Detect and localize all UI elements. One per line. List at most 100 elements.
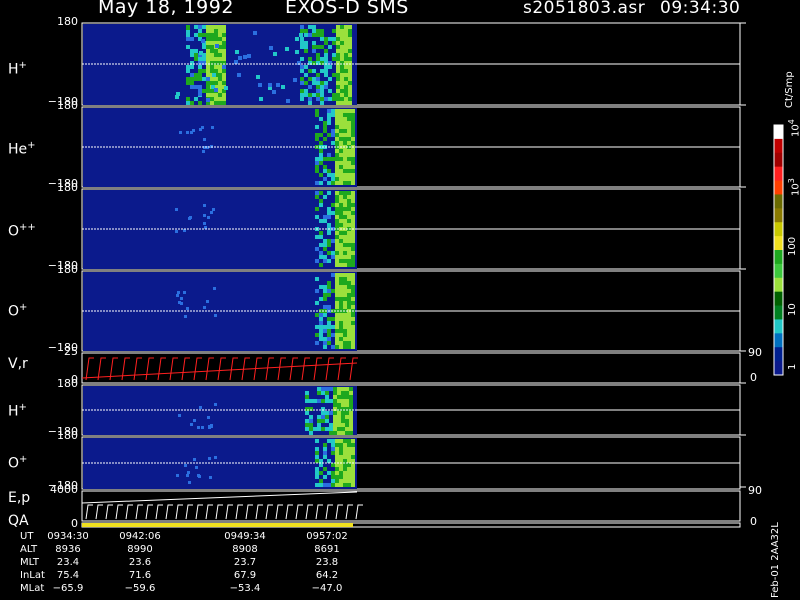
spectrogram-cell <box>194 57 198 61</box>
spectrogram-cell <box>190 81 194 85</box>
spectrogram-cell <box>300 81 304 85</box>
spectrogram-cell <box>331 463 335 467</box>
spectrogram-cell <box>335 313 339 317</box>
panel-label-sup: + <box>18 402 27 413</box>
spectrogram-cell <box>175 95 179 99</box>
spectrogram-cell <box>331 447 335 451</box>
spectrogram-cell <box>347 471 351 475</box>
spectrogram-cell <box>340 65 344 69</box>
spectrogram-cell <box>321 419 325 423</box>
spectrogram-cell <box>315 459 319 463</box>
spectrogram-cell <box>323 129 327 133</box>
spectrogram-cell <box>351 195 355 199</box>
spectrogram-cell <box>339 281 343 285</box>
spectrogram-cell <box>315 483 319 487</box>
spectrogram-cell <box>341 399 345 403</box>
spectrogram-cell <box>351 259 355 263</box>
spectrogram-cell <box>335 289 339 293</box>
spectrogram-cell <box>348 85 352 89</box>
spectrogram-cell <box>222 81 226 85</box>
spectrogram-cell <box>203 222 206 225</box>
spectrogram-cell <box>340 85 344 89</box>
spectrogram-cell <box>343 223 347 227</box>
spectrogram-cell <box>218 53 222 57</box>
spectrogram-cell <box>315 467 319 471</box>
spectrogram-cell <box>335 277 339 281</box>
spectrogram-cell <box>347 459 351 463</box>
spectrogram-cell <box>351 207 355 211</box>
spectrogram-cell <box>315 325 319 329</box>
spectrogram-cell <box>343 455 347 459</box>
spectrogram-cell <box>335 149 339 153</box>
spectrogram-cell <box>335 133 339 137</box>
spectrogram-cell <box>343 251 347 255</box>
spectrogram-cell <box>300 29 304 33</box>
spectrogram-cell <box>335 259 339 263</box>
spectrogram-cell <box>336 89 340 93</box>
spectrogram-cell <box>198 85 202 89</box>
spectrogram-cell <box>335 333 339 337</box>
spectrogram-cell <box>343 281 347 285</box>
spectrogram-cell <box>253 31 257 35</box>
spectrogram-cell <box>351 459 355 463</box>
colorbar-segment <box>774 222 783 237</box>
spectrogram-cell <box>335 161 339 165</box>
spectrogram-cell <box>341 419 345 423</box>
spectrogram-cell <box>325 391 329 395</box>
spectrogram-cell <box>180 297 183 300</box>
spectrogram-cell <box>206 57 210 61</box>
spectrogram-cell <box>187 471 190 474</box>
spectrogram-cell <box>186 101 190 105</box>
spectrogram-cell <box>193 419 196 422</box>
spectrogram-cell <box>339 133 343 137</box>
spectrogram-cell <box>333 419 337 423</box>
spectrogram-cell <box>351 317 355 321</box>
spectrogram-cell <box>210 37 214 41</box>
spectrogram-cell <box>272 90 276 94</box>
spectrogram-cell <box>312 69 316 73</box>
spectrogram-cell <box>319 297 323 301</box>
spectrogram-cell <box>344 33 348 37</box>
spectrogram-cell <box>327 117 331 121</box>
spectrogram-cell <box>323 329 327 333</box>
spectrogram-cell <box>210 29 214 33</box>
panel-label-sup: + <box>27 140 36 151</box>
spectrogram-cell <box>218 37 222 41</box>
spectrogram-cell <box>323 177 327 181</box>
spectrogram-cell <box>324 85 328 89</box>
spectrogram-cell <box>210 89 214 93</box>
spectrogram-cell <box>316 85 320 89</box>
spectrogram-cell <box>341 391 345 395</box>
spectrogram-cell <box>335 443 339 447</box>
spectrogram-cell <box>308 33 312 37</box>
spectrogram-cell <box>339 215 343 219</box>
spectrogram-cell <box>184 315 187 318</box>
spectrogram-cell <box>348 57 352 61</box>
spectrogram-cell <box>339 169 343 173</box>
spectrogram-cell <box>351 199 355 203</box>
spectrogram-cell <box>207 216 210 219</box>
spectrogram-cell <box>347 121 351 125</box>
spectrogram-cell <box>309 415 313 419</box>
spectrogram-cell <box>343 235 347 239</box>
spectrogram-cell <box>351 177 355 181</box>
spectrogram-cell <box>347 451 351 455</box>
spectrogram-cell <box>315 181 319 185</box>
spectrogram-cell <box>222 69 226 73</box>
spectrogram-cell <box>335 235 339 239</box>
spectrogram-cell <box>323 195 327 199</box>
spectrogram-cell <box>222 57 226 61</box>
spectrogram-cell <box>206 25 210 29</box>
panel-label-4: V,r <box>8 356 28 372</box>
spectrogram-cell <box>339 321 343 325</box>
spectrogram-cell <box>343 443 347 447</box>
spectrogram-cell <box>206 65 210 69</box>
spectrogram-cell <box>214 33 218 37</box>
spectrogram-cell <box>332 37 336 41</box>
spectrogram-cell <box>190 53 194 57</box>
spectrogram-cell <box>331 255 335 259</box>
spectrogram-cell <box>339 483 343 487</box>
spectrogram-cell <box>323 137 327 141</box>
spectrogram-cell <box>325 411 329 415</box>
spectrogram-cell <box>210 41 214 45</box>
